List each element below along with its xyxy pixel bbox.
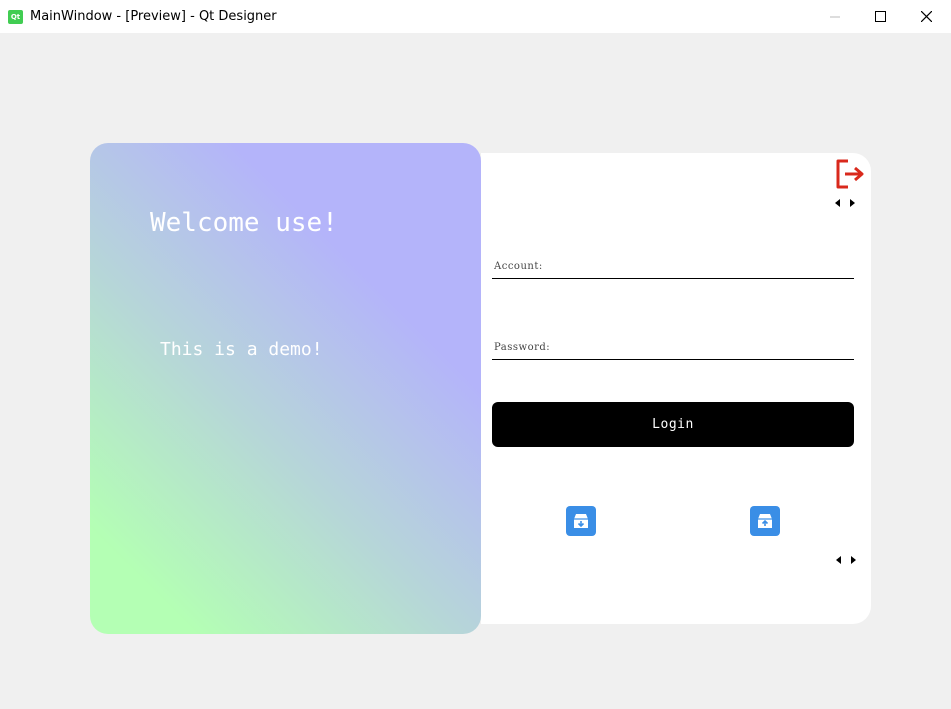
scroll-left-icon[interactable] [835,199,840,207]
archive-upload-icon [758,514,772,528]
bottom-scroll-arrows [836,554,860,566]
close-button[interactable] [903,0,949,33]
maximize-icon [874,11,886,22]
download-button[interactable] [566,506,596,536]
scroll-right-icon[interactable] [851,556,856,564]
minimize-icon [830,16,840,17]
top-scroll-arrows [835,197,859,209]
upload-button[interactable] [750,506,780,536]
window-title: MainWindow - [Preview] - Qt Designer [30,9,277,24]
welcome-panel: Welcome use! This is a demo! [90,143,481,634]
qt-app-icon: Qt [8,10,23,24]
archive-download-icon [574,514,588,528]
welcome-heading: Welcome use! [150,208,338,238]
minimize-button[interactable] [812,0,858,33]
scroll-left-icon[interactable] [836,556,841,564]
account-input[interactable] [492,255,854,279]
login-button[interactable]: Login [492,402,854,447]
close-icon [920,11,932,22]
scroll-right-icon[interactable] [850,199,855,207]
exit-button[interactable] [834,157,866,189]
demo-subtitle: This is a demo! [160,339,323,360]
exit-icon [836,159,864,189]
title-bar: Qt MainWindow - [Preview] - Qt Designer [0,0,951,33]
maximize-button[interactable] [857,0,903,33]
password-input[interactable] [492,336,854,360]
login-panel: Login [481,153,871,624]
